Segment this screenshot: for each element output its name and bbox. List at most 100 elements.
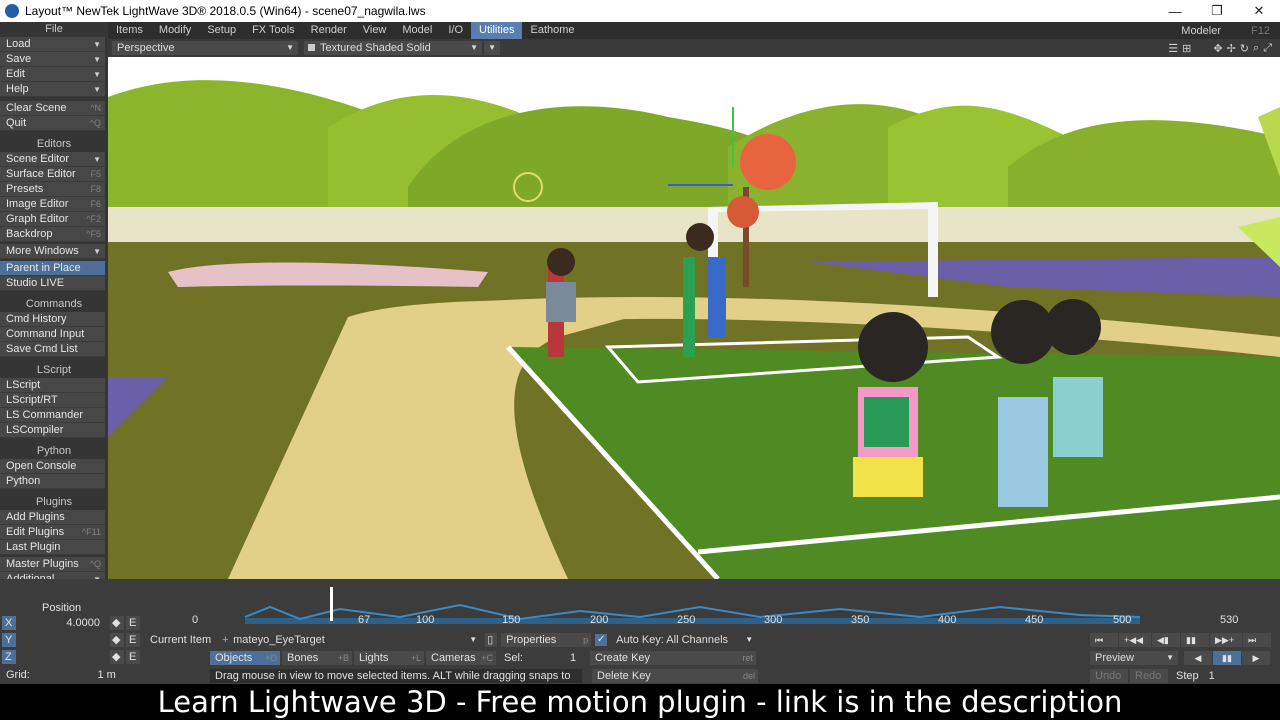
move-view-icon[interactable]: ✥ xyxy=(1213,42,1222,55)
commands-section-header: Commands xyxy=(0,297,108,312)
clear-scene-button[interactable]: Clear Scene ^N xyxy=(0,101,105,116)
current-item-row: Current Item + mateyo_EyeTarget ▼ ▯ Proper… xyxy=(150,631,758,648)
next-key-icon[interactable]: ▶▶+ xyxy=(1210,632,1242,647)
prev-key-icon[interactable]: +◀◀ xyxy=(1119,632,1151,647)
redo-button[interactable]: Redo xyxy=(1130,668,1168,683)
backdrop-shortcut: ^F5 xyxy=(86,229,101,239)
list-icon[interactable]: ☰ xyxy=(1168,42,1178,55)
preview-dropdown[interactable]: Preview ▼ xyxy=(1090,650,1178,665)
z-envelope-button[interactable]: E xyxy=(126,649,140,664)
edit-plugins-button[interactable]: Edit Plugins ^F11 xyxy=(0,525,105,540)
shading-mode-dropdown[interactable]: Textured Shaded Solid ▼ xyxy=(304,41,482,55)
lscript-rt-button[interactable]: LScript/RT xyxy=(0,393,105,408)
properties-shortcut: p xyxy=(583,634,589,645)
current-item-dropdown[interactable]: + mateyo_EyeTarget ▼ xyxy=(219,632,482,647)
z-channel-button[interactable]: Z xyxy=(2,649,16,664)
fit-view-icon[interactable]: ⤢ xyxy=(1263,42,1272,55)
lscript-button[interactable]: LScript xyxy=(0,378,105,393)
tab-io[interactable]: I/O xyxy=(440,22,471,39)
create-key-button[interactable]: Create Key ret xyxy=(590,650,756,665)
tab-items[interactable]: Items xyxy=(108,22,151,39)
playhead[interactable] xyxy=(330,587,333,621)
undo-button[interactable]: Undo xyxy=(1090,668,1128,683)
add-plugins-button[interactable]: Add Plugins xyxy=(0,510,105,525)
item-list-icon[interactable]: ▯ xyxy=(485,632,498,647)
x-channel-button[interactable]: X xyxy=(2,615,16,630)
open-console-button[interactable]: Open Console xyxy=(0,459,105,474)
grid-size-input[interactable]: 1 m xyxy=(49,667,120,682)
properties-label: Properties xyxy=(506,633,557,646)
master-plugins-button[interactable]: Master Plugins ^Q xyxy=(0,557,105,572)
backdrop-button[interactable]: Backdrop ^F5 xyxy=(0,227,105,242)
x-position-input[interactable]: 4.0000 xyxy=(18,615,104,630)
bones-button[interactable]: Bones +B xyxy=(282,650,352,665)
timeline-ruler[interactable]: 0 67 100 150 200 250 300 350 400 450 500… xyxy=(140,587,1260,629)
presets-button[interactable]: Presets F8 xyxy=(0,182,105,197)
auto-key-checkbox[interactable]: ✓ xyxy=(595,633,608,646)
viewport-options-dropdown[interactable]: ▼ xyxy=(484,41,500,55)
properties-button[interactable]: Properties p xyxy=(501,632,592,647)
play-icon[interactable]: ▶ xyxy=(1242,650,1270,665)
move-view-alt-icon[interactable]: ✢ xyxy=(1227,42,1236,55)
studio-live-button[interactable]: Studio LIVE xyxy=(0,276,105,291)
step-input[interactable]: 1 xyxy=(1204,668,1245,683)
y-envelope-button[interactable]: E xyxy=(126,632,140,647)
last-frame-icon[interactable]: ⏭ xyxy=(1243,632,1271,647)
z-key-icon[interactable]: ◆ xyxy=(110,649,124,664)
scene-editor-button[interactable]: Scene Editor ▼ xyxy=(0,152,105,167)
tab-fx-tools[interactable]: FX Tools xyxy=(244,22,303,39)
x-key-icon[interactable]: ◆ xyxy=(110,615,124,630)
tab-utilities[interactable]: Utilities xyxy=(471,22,523,39)
play-reverse-icon[interactable]: ◀ xyxy=(1184,650,1212,665)
tab-modify[interactable]: Modify xyxy=(151,22,199,39)
lscompiler-button[interactable]: LSCompiler xyxy=(0,423,105,438)
objects-button[interactable]: Objects +O xyxy=(210,650,280,665)
auto-key-dropdown[interactable]: Auto Key: All Channels ▼ xyxy=(611,632,758,647)
save-cmd-list-button[interactable]: Save Cmd List xyxy=(0,342,105,357)
3d-viewport[interactable] xyxy=(108,57,1280,579)
help-menu[interactable]: Help ▼ xyxy=(0,82,105,97)
more-windows-menu[interactable]: More Windows ▼ xyxy=(0,244,105,259)
edit-menu[interactable]: Edit ▼ xyxy=(0,67,105,82)
graph-editor-button[interactable]: Graph Editor ^F2 xyxy=(0,212,105,227)
y-key-icon[interactable]: ◆ xyxy=(110,632,124,647)
tab-eathome[interactable]: Eathome xyxy=(522,22,582,39)
prev-frame-icon[interactable]: ◀▮ xyxy=(1152,632,1180,647)
load-menu[interactable]: Load ▼ xyxy=(0,37,105,52)
quit-button[interactable]: Quit ^Q xyxy=(0,116,105,131)
save-label: Save xyxy=(6,53,32,65)
command-input-button[interactable]: Command Input xyxy=(0,327,105,342)
cameras-button[interactable]: Cameras +C xyxy=(426,650,496,665)
zoom-view-icon[interactable]: ⌕ xyxy=(1253,42,1259,55)
tab-render[interactable]: Render xyxy=(303,22,355,39)
image-editor-button[interactable]: Image Editor F6 xyxy=(0,197,105,212)
first-frame-icon[interactable]: ⏮ xyxy=(1090,632,1118,647)
parent-in-place-toggle[interactable]: Parent in Place xyxy=(0,261,105,276)
save-menu[interactable]: Save ▼ xyxy=(0,52,105,67)
toolbar-sidebar: File Load ▼ Save ▼ Edit ▼ Help ▼ Clear Scene… xyxy=(0,22,108,592)
pause-icon[interactable]: ▮▮ xyxy=(1181,632,1209,647)
maximize-button[interactable]: ❐ xyxy=(1196,3,1238,19)
minimize-button[interactable]: — xyxy=(1154,4,1196,19)
lights-button[interactable]: Lights +L xyxy=(354,650,424,665)
create-key-label: Create Key xyxy=(595,651,651,664)
stop-icon[interactable]: ▮▮ xyxy=(1213,650,1241,665)
surface-editor-button[interactable]: Surface Editor F5 xyxy=(0,167,105,182)
rotate-view-icon[interactable]: ↻ xyxy=(1240,42,1249,55)
tab-setup[interactable]: Setup xyxy=(199,22,244,39)
y-channel-button[interactable]: Y xyxy=(2,632,16,647)
tab-view[interactable]: View xyxy=(355,22,395,39)
tab-model[interactable]: Model xyxy=(394,22,440,39)
editors-section-header: Editors xyxy=(0,137,108,152)
python-button[interactable]: Python xyxy=(0,474,105,489)
cmd-history-button[interactable]: Cmd History xyxy=(0,312,105,327)
modeler-button[interactable]: Modeler F12 xyxy=(1171,25,1280,37)
delete-key-button[interactable]: Delete Key del xyxy=(592,668,758,683)
last-plugin-button[interactable]: Last Plugin xyxy=(0,540,105,555)
close-button[interactable]: ✕ xyxy=(1238,3,1280,19)
x-envelope-button[interactable]: E xyxy=(126,615,140,630)
view-mode-dropdown[interactable]: Perspective ▼ xyxy=(112,41,298,55)
create-key-shortcut: ret xyxy=(742,652,753,663)
maximize-viewport-icon[interactable]: ⊞ xyxy=(1182,42,1191,55)
ls-commander-button[interactable]: LS Commander xyxy=(0,408,105,423)
